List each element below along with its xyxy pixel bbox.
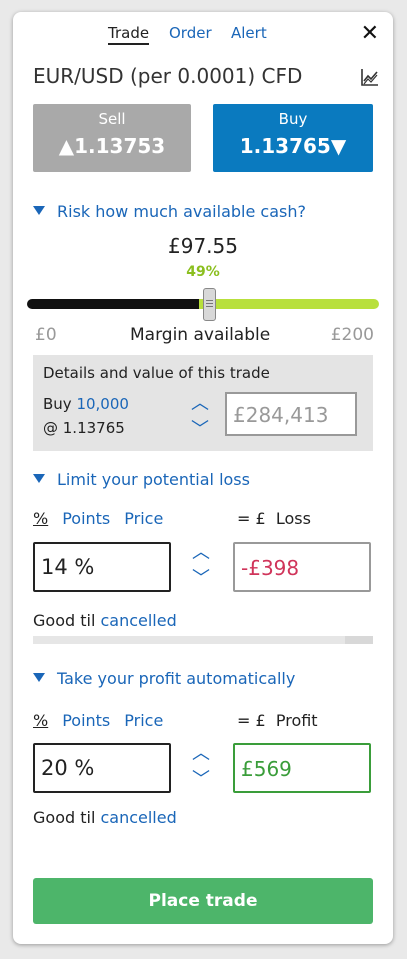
loss-gtc-cancelled-link[interactable]: cancelled	[100, 611, 176, 630]
profit-eq-label: = £	[237, 711, 266, 730]
profit-percent-input[interactable]: 20 %	[33, 743, 171, 793]
risk-heading: Risk how much available cash?	[57, 202, 306, 221]
sell-label: Sell	[98, 110, 126, 128]
details-buy-prefix: Buy	[43, 395, 77, 413]
quantity-up-chevron-icon[interactable]: ︿	[189, 395, 211, 413]
risk-percent: 49%	[186, 264, 220, 280]
profit-mode-points[interactable]: Points	[62, 711, 110, 730]
loss-section-toggle[interactable]: Limit your potential loss	[33, 470, 250, 489]
loss-eq-label: = £	[237, 509, 266, 528]
collapse-triangle-icon	[33, 474, 45, 483]
buy-price: 1.13765▼	[239, 134, 347, 158]
collapse-triangle-icon	[33, 206, 45, 215]
loss-heading: Limit your potential loss	[57, 470, 250, 489]
close-icon[interactable]: ✕	[361, 21, 379, 46]
margin-available-label: Margin available	[130, 325, 271, 345]
profit-result-label: Profit	[275, 711, 318, 730]
loss-amount-field[interactable]: -£398	[233, 542, 371, 592]
profit-heading: Take your profit automatically	[57, 669, 296, 688]
instrument-title: EUR/USD (per 0.0001) CFD	[33, 64, 303, 88]
divider-scroll-thumb	[345, 636, 373, 644]
chart-icon[interactable]	[361, 68, 379, 86]
details-heading: Details and value of this trade	[43, 364, 270, 382]
buy-button[interactable]: Buy 1.13765▼	[213, 104, 373, 172]
profit-section-toggle[interactable]: Take your profit automatically	[33, 669, 295, 688]
buy-label: Buy	[278, 110, 308, 128]
loss-result-label: Loss	[275, 509, 311, 528]
risk-amount: £97.55	[168, 234, 238, 258]
profit-good-til: Good til cancelled	[33, 808, 177, 827]
section-divider	[33, 636, 373, 644]
profit-gtc-cancelled-link[interactable]: cancelled	[100, 808, 176, 827]
profit-mode-price[interactable]: Price	[124, 711, 163, 730]
loss-percent-input[interactable]: 14 %	[33, 542, 171, 592]
sell-price: ▲1.13753	[58, 134, 166, 158]
profit-gtc-prefix: Good til	[33, 808, 101, 827]
profit-mode-selector: % Points Price	[33, 711, 163, 730]
details-price: @ 1.13765	[43, 419, 125, 437]
slider-min-label: £0	[35, 325, 57, 345]
collapse-triangle-icon	[33, 673, 45, 682]
loss-mode-percent[interactable]: %	[33, 509, 48, 528]
profit-amount-field[interactable]: £569	[233, 743, 371, 793]
profit-result-header: = £ Profit	[237, 711, 318, 730]
risk-section-toggle[interactable]: Risk how much available cash?	[33, 202, 306, 221]
slider-handle[interactable]	[203, 288, 216, 321]
details-quantity: Buy 10,000	[43, 395, 129, 413]
quantity-value[interactable]: 10,000	[76, 395, 129, 413]
profit-mode-percent[interactable]: %	[33, 711, 48, 730]
profit-down-chevron-icon[interactable]: ﹀	[190, 771, 212, 789]
slider-track-used	[27, 299, 199, 309]
loss-mode-points[interactable]: Points	[62, 509, 110, 528]
loss-gtc-prefix: Good til	[33, 611, 101, 630]
trade-value-field: £284,413	[225, 392, 357, 436]
trade-details-box: Details and value of this trade Buy 10,0…	[33, 355, 373, 451]
profit-up-chevron-icon[interactable]: ︿	[190, 745, 212, 763]
place-trade-button[interactable]: Place trade	[33, 878, 373, 924]
tab-order[interactable]: Order	[169, 24, 212, 42]
loss-good-til: Good til cancelled	[33, 611, 177, 630]
loss-down-chevron-icon[interactable]: ﹀	[190, 570, 212, 588]
loss-mode-selector: % Points Price	[33, 509, 163, 528]
slider-track-available	[199, 299, 379, 309]
trade-ticket-panel: Trade Order Alert ✕ EUR/USD (per 0.0001)…	[13, 12, 393, 944]
loss-mode-price[interactable]: Price	[124, 509, 163, 528]
loss-result-header: = £ Loss	[237, 509, 311, 528]
slider-max-label: £200	[330, 325, 374, 345]
sell-button[interactable]: Sell ▲1.13753	[33, 104, 191, 172]
margin-slider[interactable]	[27, 288, 379, 321]
loss-up-chevron-icon[interactable]: ︿	[190, 544, 212, 562]
tab-trade[interactable]: Trade	[108, 24, 150, 45]
quantity-down-chevron-icon[interactable]: ﹀	[189, 421, 211, 439]
tab-alert[interactable]: Alert	[231, 24, 267, 42]
